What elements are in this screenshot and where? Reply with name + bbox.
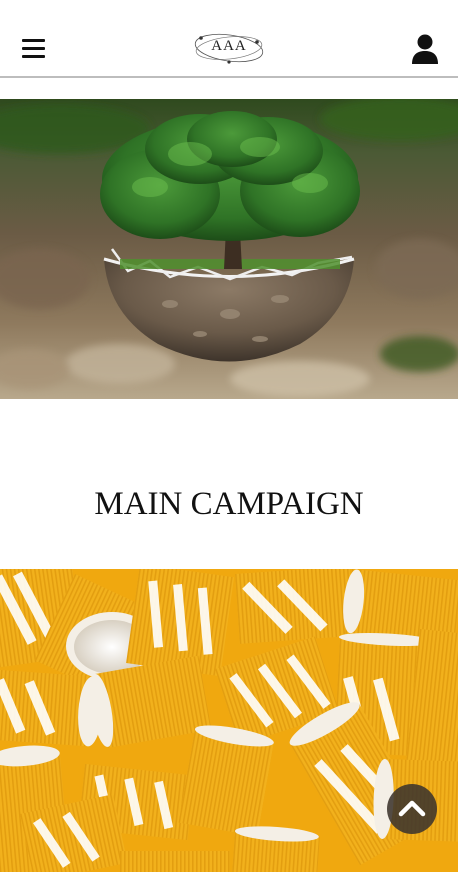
menu-button[interactable]	[18, 34, 48, 62]
user-icon	[412, 34, 438, 64]
scroll-to-top-button[interactable]	[387, 784, 437, 834]
page: AAA MAIN CAMPAIGN	[0, 0, 458, 872]
campaign-title: MAIN CAMPAIGN	[94, 486, 364, 522]
hero-image	[0, 99, 458, 399]
logo-text: AAA	[211, 38, 247, 54]
site-header: AAA	[0, 0, 458, 78]
tree-in-soil-sphere-image	[0, 99, 458, 399]
chevron-up-icon	[398, 800, 426, 817]
account-button[interactable]	[410, 33, 440, 65]
site-logo[interactable]: AAA	[192, 25, 266, 71]
hamburger-menu-icon	[22, 39, 45, 42]
